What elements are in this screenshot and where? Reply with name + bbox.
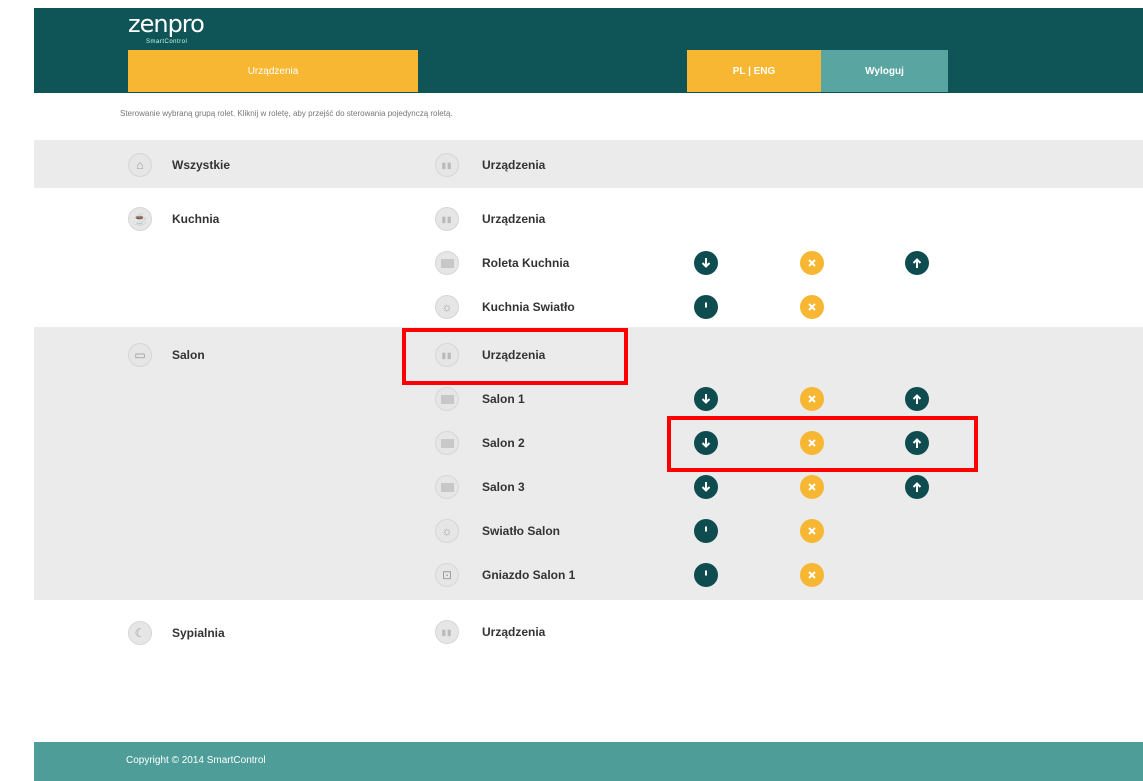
blind-icon[interactable]: [435, 431, 459, 455]
blind-icon[interactable]: [435, 251, 459, 275]
highlight-salon-2-controls: [667, 416, 978, 472]
device-label-salon-3[interactable]: Salon 3: [482, 480, 525, 494]
socket-icon[interactable]: ⊡: [435, 563, 459, 587]
device-label-urz-dzenia[interactable]: Urządzenia: [482, 625, 545, 639]
logout-button[interactable]: Wyloguj: [821, 50, 948, 92]
bulb-icon[interactable]: ☼: [435, 295, 459, 319]
kitchen-icon[interactable]: ☕: [128, 207, 152, 231]
logo-main: zenpro: [128, 10, 205, 38]
blind-stop-button[interactable]: [800, 251, 824, 275]
blind-up-button[interactable]: [905, 475, 929, 499]
copyright-text: Copyright © 2014 SmartControl: [126, 755, 266, 766]
device-label-urz-dzenia[interactable]: Urządzenia: [482, 212, 545, 226]
grid-icon[interactable]: ▮▮: [435, 153, 459, 177]
device-label-urz-dzenia[interactable]: Urządzenia: [482, 158, 545, 172]
device-label-swiat-o-salon[interactable]: Swiatło Salon: [482, 524, 560, 538]
switch-on-button[interactable]: [694, 519, 718, 543]
group-label-sypialnia[interactable]: Sypialnia: [172, 626, 225, 640]
group-label-wszystkie[interactable]: Wszystkie: [172, 158, 230, 172]
logo-sub: SmartControl: [146, 39, 188, 45]
switch-off-button[interactable]: [800, 295, 824, 319]
blind-icon[interactable]: [435, 387, 459, 411]
blind-up-button[interactable]: [905, 251, 929, 275]
grid-icon[interactable]: ▮▮: [435, 207, 459, 231]
highlight-urzadzenia-salon: [402, 328, 628, 385]
logo[interactable]: zenpro SmartControl: [128, 10, 205, 45]
blind-glyph: [440, 258, 454, 268]
grid-glyph: ▮▮: [441, 627, 453, 637]
grid-glyph: ▮▮: [441, 160, 453, 170]
blind-up-button[interactable]: [905, 387, 929, 411]
blind-glyph: [440, 438, 454, 448]
footer: Copyright © 2014 SmartControl: [34, 742, 1143, 781]
tv-icon[interactable]: ▭: [128, 343, 152, 367]
page-subtitle: Sterowanie wybraną grupą rolet. Kliknij …: [120, 109, 453, 118]
group-label-kuchnia[interactable]: Kuchnia: [172, 212, 219, 226]
grid-icon[interactable]: ▮▮: [435, 620, 459, 644]
device-label-salon-1[interactable]: Salon 1: [482, 392, 525, 406]
blind-down-button[interactable]: [694, 475, 718, 499]
tab-devices[interactable]: Urządzenia: [128, 50, 418, 92]
language-switch[interactable]: PL | ENG: [687, 50, 821, 92]
switch-off-button[interactable]: [800, 519, 824, 543]
group-label-salon[interactable]: Salon: [172, 348, 205, 362]
device-label-kuchnia-swiat-o[interactable]: Kuchnia Swiatło: [482, 300, 575, 314]
switch-on-button[interactable]: [694, 295, 718, 319]
blind-stop-button[interactable]: [800, 475, 824, 499]
blind-down-button[interactable]: [694, 251, 718, 275]
blind-stop-button[interactable]: [800, 387, 824, 411]
device-label-roleta-kuchnia[interactable]: Roleta Kuchnia: [482, 256, 569, 270]
blind-glyph: [440, 394, 454, 404]
moon-icon[interactable]: ☾: [128, 621, 152, 645]
app-header: zenpro SmartControl Urządzenia PL | ENG …: [34, 8, 1143, 93]
bulb-icon[interactable]: ☼: [435, 519, 459, 543]
switch-off-button[interactable]: [800, 563, 824, 587]
device-label-gniazdo-salon-1[interactable]: Gniazdo Salon 1: [482, 568, 575, 582]
home-icon[interactable]: ⌂: [128, 153, 152, 177]
blind-glyph: [440, 482, 454, 492]
device-label-salon-2[interactable]: Salon 2: [482, 436, 525, 450]
blind-icon[interactable]: [435, 475, 459, 499]
switch-on-button[interactable]: [694, 563, 718, 587]
blind-down-button[interactable]: [694, 387, 718, 411]
grid-glyph: ▮▮: [441, 214, 453, 224]
